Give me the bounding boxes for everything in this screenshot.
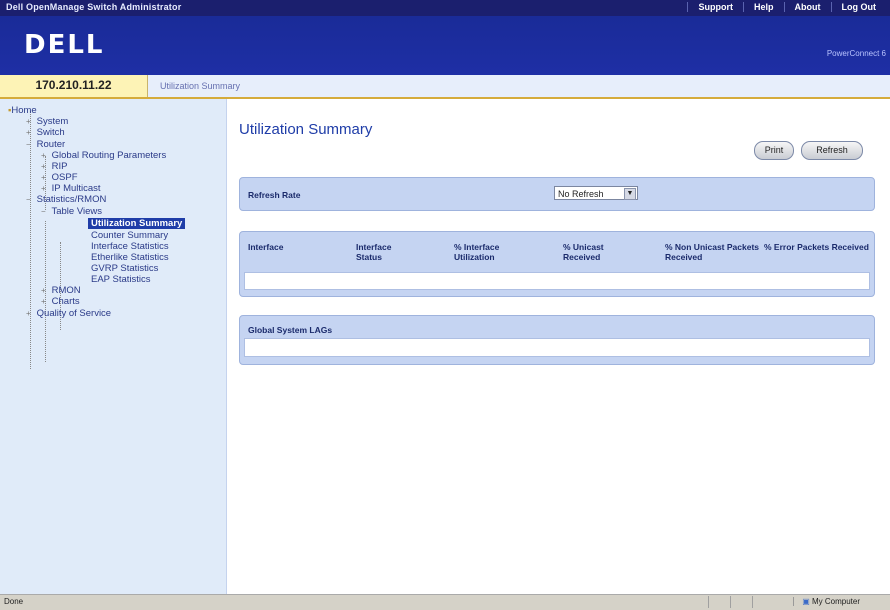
tree-item-switch[interactable]: + Switch — [26, 127, 65, 138]
column-header-non-unicast-received: % Non Unicast Packets Received — [665, 242, 760, 262]
expand-icon[interactable]: + — [41, 285, 49, 296]
banner: DELL PowerConnect 6 — [0, 16, 890, 75]
status-bar: Done ▣ My Computer — [0, 594, 890, 610]
device-ip: 170.210.11.22 — [0, 75, 148, 97]
collapse-icon[interactable]: − — [41, 206, 49, 217]
column-header-error-packets-received: % Error Packets Received — [764, 242, 869, 252]
navigation-tree: ▪Home + System + Switch − Router + Globa… — [0, 99, 227, 594]
collapse-icon[interactable]: − — [26, 139, 34, 150]
expand-icon[interactable]: + — [41, 172, 49, 183]
column-header-unicast-received: % Unicast Received — [563, 242, 604, 262]
tree-item-statistics-rmon[interactable]: − Statistics/RMON — [26, 194, 106, 205]
tree-item-charts[interactable]: + Charts — [41, 296, 80, 307]
help-link[interactable]: Help — [742, 2, 784, 12]
tree-item-rmon[interactable]: + RMON — [41, 285, 81, 296]
expand-icon[interactable]: + — [26, 308, 34, 319]
refresh-rate-value: No Refresh — [558, 189, 604, 199]
expand-icon[interactable]: + — [26, 127, 34, 138]
breadcrumb: Utilization Summary — [160, 81, 241, 91]
tree-item-counter-summary[interactable]: Counter Summary — [91, 230, 168, 241]
tree-item-home[interactable]: ▪Home — [8, 105, 37, 116]
tree-item-ip-multicast[interactable]: + IP Multicast — [41, 183, 101, 194]
column-header-interface: Interface — [248, 242, 284, 252]
product-brand: PowerConnect 6 — [826, 49, 886, 58]
tree-item-etherlike-statistics[interactable]: Etherlike Statistics — [91, 252, 169, 263]
app-title-bar: Dell OpenManage Switch Administrator Sup… — [0, 0, 890, 16]
computer-icon: ▣ — [802, 597, 810, 606]
tree-item-global-routing-parameters[interactable]: + Global Routing Parameters — [41, 150, 166, 161]
security-zone: ▣ My Computer — [793, 597, 860, 606]
tree-item-gvrp-statistics[interactable]: GVRP Statistics — [91, 263, 158, 274]
expand-icon[interactable]: + — [26, 116, 34, 127]
lag-label: Global System LAGs — [248, 325, 333, 335]
dropdown-arrow-icon[interactable]: ▼ — [624, 188, 636, 200]
lag-panel: Global System LAGs — [239, 315, 875, 365]
table-empty-row — [244, 272, 870, 290]
tree-item-system[interactable]: + System — [26, 116, 68, 127]
column-header-interface-status: Interface Status — [356, 242, 392, 262]
collapse-icon[interactable]: − — [26, 194, 34, 205]
dell-logo: DELL — [24, 30, 105, 60]
logout-link[interactable]: Log Out — [830, 2, 887, 12]
app-title: Dell OpenManage Switch Administrator — [6, 2, 182, 12]
header-links: Support Help About Log Out — [687, 2, 886, 12]
utilization-table-panel: Interface Interface Status % Interface U… — [239, 231, 875, 297]
status-text: Done — [4, 597, 24, 606]
refresh-button[interactable]: Refresh — [801, 141, 863, 160]
status-divider — [708, 596, 709, 608]
status-divider — [730, 596, 731, 608]
refresh-rate-panel: Refresh Rate No Refresh ▼ — [239, 177, 875, 211]
tree-item-interface-statistics[interactable]: Interface Statistics — [91, 241, 169, 252]
expand-icon[interactable]: + — [41, 161, 49, 172]
refresh-rate-label: Refresh Rate — [248, 190, 301, 200]
zone-label: My Computer — [811, 597, 860, 606]
main-content: Utilization Summary Print Refresh Refres… — [227, 99, 890, 594]
tree-item-quality-of-service[interactable]: + Quality of Service — [26, 308, 111, 319]
print-button[interactable]: Print — [754, 141, 794, 160]
tree-item-utilization-summary[interactable]: Utilization Summary — [88, 218, 186, 229]
tree-item-eap-statistics[interactable]: EAP Statistics — [91, 274, 151, 285]
tree-item-table-views[interactable]: − Table Views — [41, 206, 102, 217]
expand-icon[interactable]: + — [41, 296, 49, 307]
expand-icon[interactable]: + — [41, 150, 49, 161]
expand-icon[interactable]: + — [41, 183, 49, 194]
tree-item-ospf[interactable]: + OSPF — [41, 172, 78, 183]
tree-item-rip[interactable]: + RIP — [41, 161, 67, 172]
lag-empty-row — [244, 338, 870, 357]
page-title: Utilization Summary — [239, 121, 373, 138]
address-bar: 170.210.11.22 Utilization Summary — [0, 75, 890, 99]
refresh-rate-select[interactable]: No Refresh ▼ — [554, 186, 638, 200]
tree-item-router[interactable]: − Router — [26, 139, 65, 150]
about-link[interactable]: About — [783, 2, 831, 12]
support-link[interactable]: Support — [687, 2, 743, 12]
status-divider — [752, 596, 753, 608]
column-header-interface-utilization: % Interface Utilization — [454, 242, 500, 262]
